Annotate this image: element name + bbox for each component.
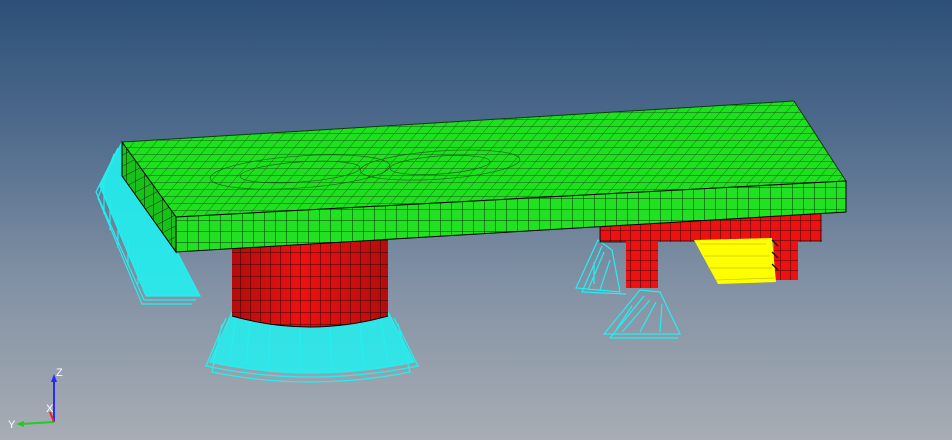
z-axis-label: Z [56, 367, 63, 379]
y-axis-label: Y [8, 419, 16, 431]
y-axis-line [19, 421, 55, 425]
y-axis-arrow [16, 421, 24, 427]
graphics-viewport[interactable]: Z Y X [0, 0, 952, 440]
x-axis-label: X [46, 403, 54, 415]
fem-model-scene[interactable] [0, 0, 952, 440]
axis-triad: Z Y X [8, 367, 63, 431]
applied-load[interactable] [694, 238, 779, 284]
cylindrical-pier[interactable] [231, 240, 389, 328]
